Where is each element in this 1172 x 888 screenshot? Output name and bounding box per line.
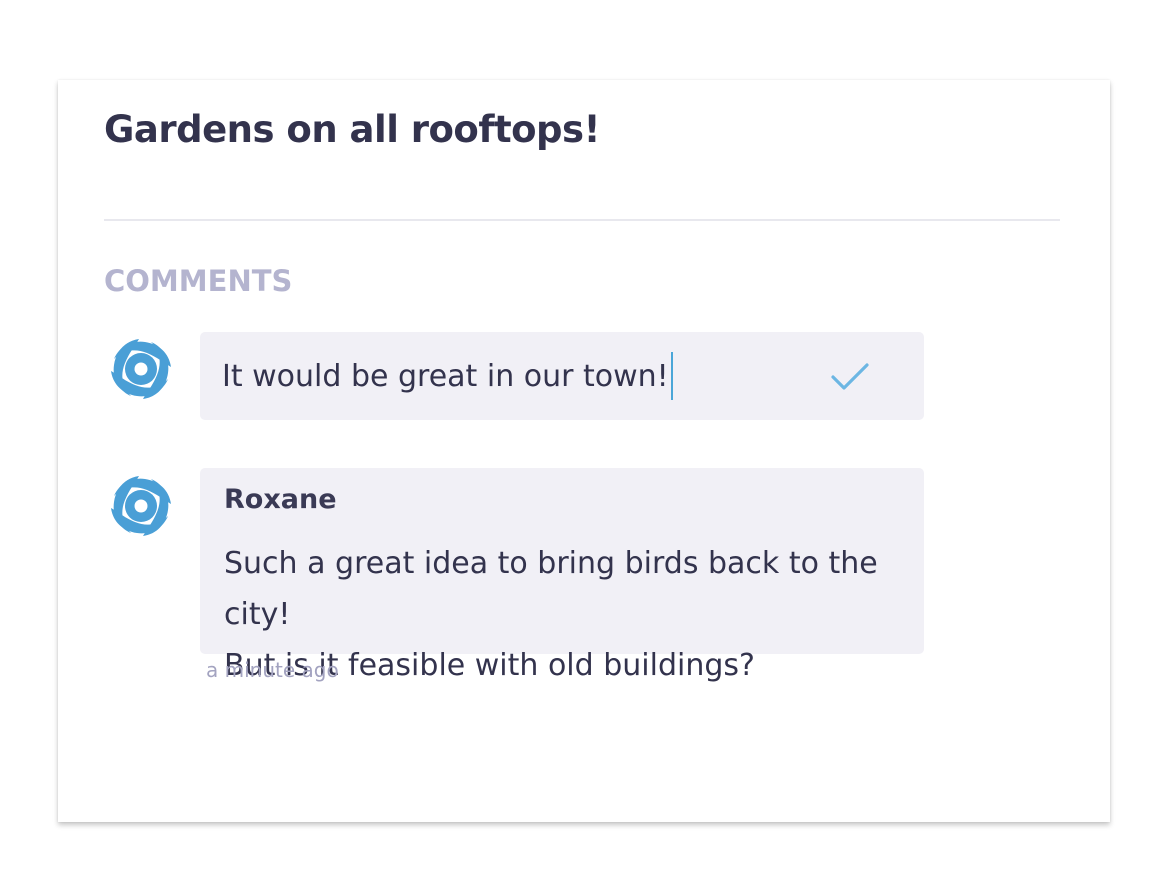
text-caret	[670, 352, 673, 400]
check-icon	[831, 363, 869, 390]
comment-timestamp: a minute ago	[206, 658, 339, 682]
comment-input[interactable]: It would be great in our town!	[222, 352, 673, 400]
new-comment-box: It would be great in our town!	[200, 332, 924, 420]
comments-section-label: COMMENTS	[104, 264, 293, 298]
submit-comment-button[interactable]	[828, 356, 872, 396]
comment-author[interactable]: Roxane	[224, 484, 337, 515]
post-title: Gardens on all rooftops!	[104, 108, 600, 151]
comment-item: Roxane Such a great idea to bring birds …	[200, 468, 924, 683]
hurricane-icon	[108, 336, 174, 402]
hurricane-icon	[108, 473, 174, 539]
comment-input-value[interactable]: It would be great in our town!	[222, 359, 669, 394]
comment-text-line: Such a great idea to bring birds back to…	[224, 546, 878, 632]
divider	[104, 219, 1060, 221]
post-card: Gardens on all rooftops! COMMENTS It wou…	[58, 80, 1110, 822]
